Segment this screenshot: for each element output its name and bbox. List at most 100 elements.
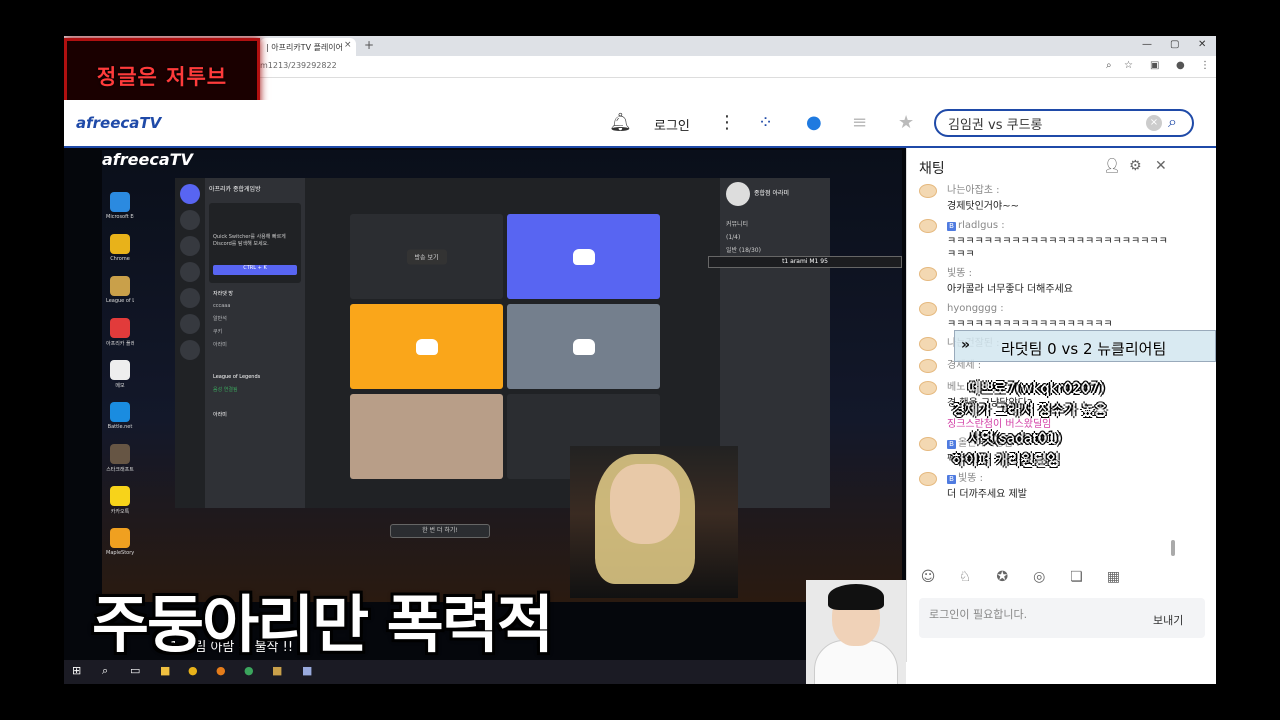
app-icon: ●: [216, 664, 226, 677]
discord-server-list: [175, 178, 205, 508]
new-tab-button[interactable]: +: [364, 38, 374, 52]
close-window-button[interactable]: ✕: [1198, 39, 1206, 50]
user-avatar-icon: [919, 437, 937, 451]
minimize-button[interactable]: —: [1142, 39, 1152, 50]
afreeca-player-icon: [110, 318, 130, 338]
desktop-icon: League of Legends: [106, 276, 134, 314]
more-menu-icon[interactable]: ⋮: [718, 112, 736, 133]
ad-balloon-icon[interactable]: ◎: [1028, 569, 1050, 585]
desktop-icon: 아프리카 플레이어: [106, 318, 134, 356]
webcam-hair: [828, 584, 884, 610]
server-icon: [180, 236, 200, 256]
clear-search-icon[interactable]: ×: [1146, 115, 1162, 131]
discord-logo-icon: [415, 338, 438, 355]
donation-message: 하이퍼 캐리원딜임: [952, 453, 1060, 469]
server-icon: [180, 210, 200, 230]
chat-input-box[interactable]: 로그인이 필요합니다. 보내기: [919, 598, 1205, 638]
app-icon: ●: [244, 664, 254, 677]
chat-username[interactable]: 빛똥 :: [919, 267, 1173, 281]
desktop-icon: 메모: [106, 360, 134, 398]
menu-kebab-icon[interactable]: ⋮: [1200, 60, 1210, 71]
discord-home-icon: [180, 184, 200, 204]
star-balloon-icon[interactable]: ✪: [991, 569, 1013, 585]
chat-username[interactable]: hyongggg :: [919, 302, 1173, 316]
donation-message: 경제가 그래서 점수가 높음: [952, 403, 1108, 419]
bookmark-star-icon[interactable]: ☆: [1124, 60, 1133, 71]
apps-grid-icon[interactable]: ⁘: [758, 112, 773, 133]
chat-bubble-icon[interactable]: ●: [806, 112, 822, 133]
chat-message: 나는아잡초 : 경제탓인거야~~: [919, 184, 1173, 217]
search-icon[interactable]: ⌕: [1168, 112, 1177, 132]
chat-message: 경제제 :: [919, 359, 1173, 379]
lol-icon: [110, 276, 130, 296]
profile-icon[interactable]: ●: [1176, 60, 1185, 71]
score-banner: » 라덧팀 0 vs 2 뉴클리어팀: [954, 330, 1216, 362]
tab-close-icon[interactable]: ×: [344, 40, 352, 50]
video-tile: [507, 214, 660, 299]
shortcut-button: CTRL + K: [213, 265, 297, 275]
chat-username[interactable]: Brladlgus :: [919, 219, 1173, 233]
browser-tab[interactable]: | 아프리카TV 플레이어: [260, 38, 356, 56]
retry-button: 한 번 더 하기!: [390, 524, 490, 538]
streamer-desktop: afreecaTV Microsoft Edge Chrome League o…: [102, 150, 902, 602]
chat-input-placeholder: 로그인이 필요합니다.: [929, 608, 1028, 621]
emoji-icon[interactable]: ☺: [917, 569, 939, 585]
app-icon: ■: [302, 664, 313, 677]
memo-icon: [110, 360, 130, 380]
video-tile: [507, 304, 660, 389]
chrome-icon: [110, 234, 130, 254]
desktop-icon: MapleStory: [106, 528, 134, 566]
task-view-icon: ▭: [130, 664, 141, 677]
server-title: 아프리카 종합게임방: [209, 186, 261, 193]
kakaotalk-icon: [110, 486, 130, 506]
close-icon[interactable]: ✕: [1155, 158, 1167, 174]
chat-username[interactable]: B 빛똥 :: [919, 472, 1173, 486]
chat-text: 아카콜라 너무좋다 더해주세요: [947, 284, 1073, 295]
double-chevron-icon: »: [961, 337, 971, 353]
streamer-webcam: [570, 446, 738, 598]
server-icon: [180, 340, 200, 360]
fan-badge-icon: B: [947, 440, 956, 449]
send-button[interactable]: 보내기: [1153, 612, 1183, 628]
video-tile: 방송 보기: [350, 214, 503, 299]
chat-title: 채팅: [919, 161, 945, 177]
sticker-icon[interactable]: ❏: [1065, 569, 1087, 585]
highlight-row: t1 arami M1 95: [708, 256, 902, 268]
chat-text: 경제탓인거야~~: [947, 201, 1019, 212]
user-avatar-icon: [919, 302, 937, 316]
fan-badge-icon: B: [947, 475, 956, 484]
maximize-button[interactable]: ▢: [1170, 39, 1179, 50]
user-settings-icon[interactable]: 👤︎: [1103, 158, 1121, 174]
bell-subscribe-icon[interactable]: ♘: [954, 569, 976, 585]
desktop-icons: Microsoft Edge Chrome League of Legends …: [106, 192, 134, 570]
user-avatar-icon: [919, 337, 937, 351]
gear-icon[interactable]: ⚙: [1129, 158, 1142, 174]
maplestory-icon: [110, 528, 130, 548]
desktop-icon: 스타크래프트: [106, 444, 134, 482]
discord-logo-icon: [572, 248, 595, 265]
user-avatar-icon: [919, 184, 937, 198]
bell-icon[interactable]: 🔔︎: [609, 112, 632, 133]
hamburger-icon[interactable]: ≡: [852, 112, 867, 133]
chat-scrollbar[interactable]: [1171, 540, 1175, 556]
desktop-watermark: afreecaTV: [102, 150, 193, 169]
extension-icon[interactable]: ▣: [1150, 60, 1159, 71]
chat-message: Brladlgus : ㅋㅋㅋㅋㅋㅋㅋㅋㅋㅋㅋㅋㅋㅋㅋㅋㅋㅋㅋㅋㅋㅋㅋㅋㅋㅋㅋ: [919, 219, 1173, 265]
donation-user: 떼쁘로7(wkqkr0207): [968, 381, 1105, 397]
star-icon[interactable]: ★: [898, 112, 914, 133]
server-icon: [180, 314, 200, 334]
site-header: afreecaTV 🔔︎ 로그인 ⋮ ⁘ ● ≡ ★ × ⌕: [64, 100, 1216, 148]
url-text[interactable]: m1213/239292822: [260, 61, 337, 70]
webcam-body: [814, 640, 898, 684]
desktop-icon: Battle.net: [106, 402, 134, 440]
search-input[interactable]: [948, 114, 1138, 132]
avatar: [726, 182, 750, 206]
commentator-webcam: [806, 580, 906, 684]
afreeca-logo[interactable]: afreecaTV: [76, 114, 161, 132]
tab-title: | 아프리카TV 플레이어: [266, 43, 344, 52]
chat-username[interactable]: 나는아잡초 :: [919, 184, 1173, 198]
gift-box-icon[interactable]: ▦: [1102, 569, 1124, 585]
login-button[interactable]: 로그인: [654, 115, 690, 134]
zoom-icon[interactable]: ⌕: [1106, 60, 1112, 71]
video-tile: [350, 304, 503, 389]
